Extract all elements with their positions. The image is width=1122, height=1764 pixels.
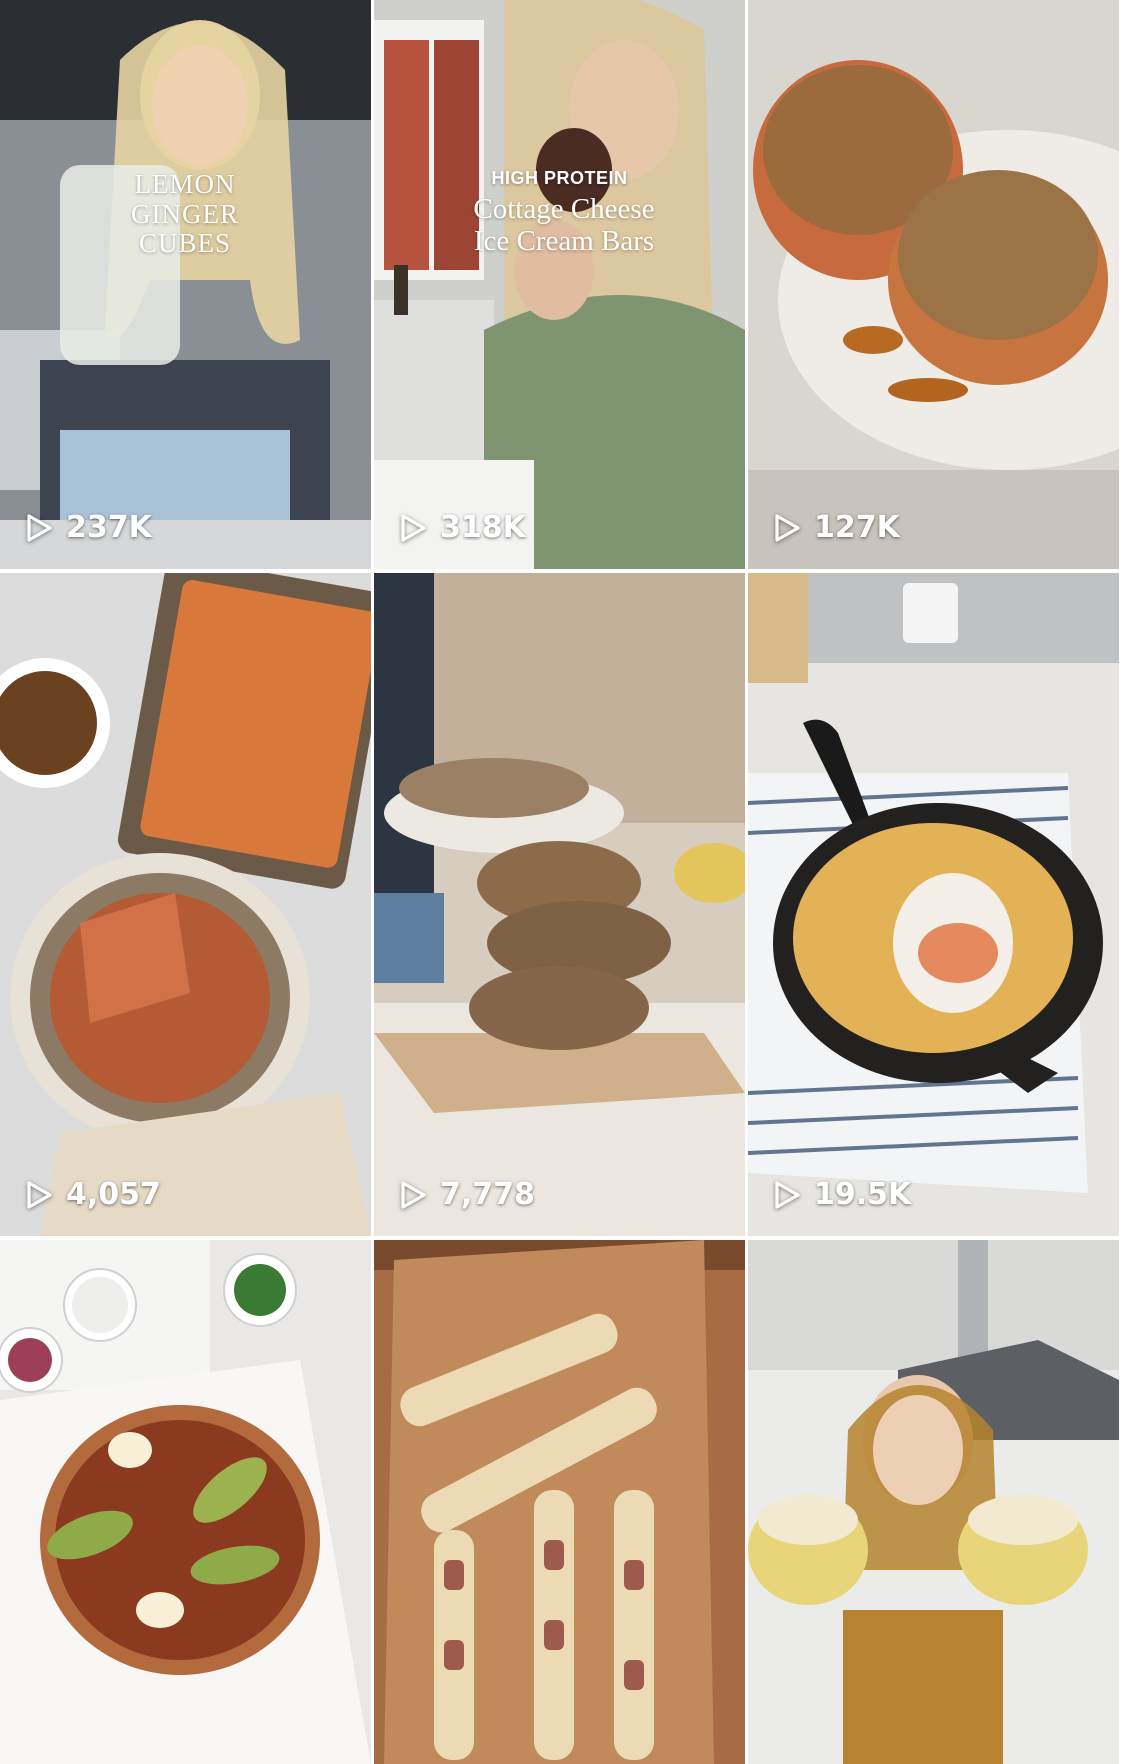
reel-view-count-6: 19.5K [772, 1177, 911, 1212]
reel-thumbnail-8 [374, 1240, 745, 1764]
view-count-text: 19.5K [814, 1177, 912, 1212]
reel-thumbnail-5 [374, 573, 745, 1236]
reel-tile-6[interactable]: 19.5K [748, 573, 1119, 1236]
play-outline-icon [27, 1180, 52, 1209]
reel-thumbnail-3 [748, 0, 1119, 569]
reel-tile-5[interactable]: 7,778 [374, 573, 745, 1236]
view-count-text: 127K [814, 510, 900, 545]
reel-view-count-4: 4,057 [24, 1177, 161, 1212]
reel-tile-9[interactable] [748, 1240, 1119, 1764]
reel-overlay-kicker-2: HIGH PROTEIN [491, 168, 628, 188]
reel-thumbnail-7 [0, 1240, 371, 1764]
play-outline-icon [775, 513, 800, 542]
reels-grid: LEMON GINGER CUBES 237K HIGH PROTEIN Cot… [0, 0, 1122, 1764]
view-count-text: 318K [440, 510, 526, 545]
reel-tile-7[interactable] [0, 1240, 371, 1764]
play-outline-icon [401, 513, 426, 542]
play-outline-icon [775, 1180, 800, 1209]
reel-tile-4[interactable]: 4,057 [0, 573, 371, 1236]
play-outline-icon [27, 513, 52, 542]
reel-thumbnail-4 [0, 573, 371, 1236]
view-count-text: 237K [66, 510, 152, 545]
reel-overlay-title-2: Cottage Cheese Ice Cream Bars [473, 193, 655, 257]
reel-thumbnail-6 [748, 573, 1119, 1236]
reel-view-count-3: 127K [772, 510, 900, 545]
reel-tile-8[interactable] [374, 1240, 745, 1764]
reel-view-count-2: 318K [398, 510, 526, 545]
play-outline-icon [401, 1180, 426, 1209]
view-count-text: 7,778 [440, 1177, 535, 1212]
view-count-text: 4,057 [66, 1177, 161, 1212]
reel-tile-2[interactable]: HIGH PROTEIN Cottage Cheese Ice Cream Ba… [374, 0, 745, 569]
reel-tile-3[interactable]: 127K [748, 0, 1119, 569]
reel-overlay-title-1: LEMON GINGER CUBES [131, 169, 239, 259]
reel-thumbnail-9 [748, 1240, 1119, 1764]
reel-view-count-5: 7,778 [398, 1177, 535, 1212]
reel-view-count-1: 237K [24, 510, 152, 545]
reel-thumbnail-1 [0, 0, 371, 569]
reel-tile-1[interactable]: LEMON GINGER CUBES 237K [0, 0, 371, 569]
reel-thumbnail-2 [374, 0, 745, 569]
